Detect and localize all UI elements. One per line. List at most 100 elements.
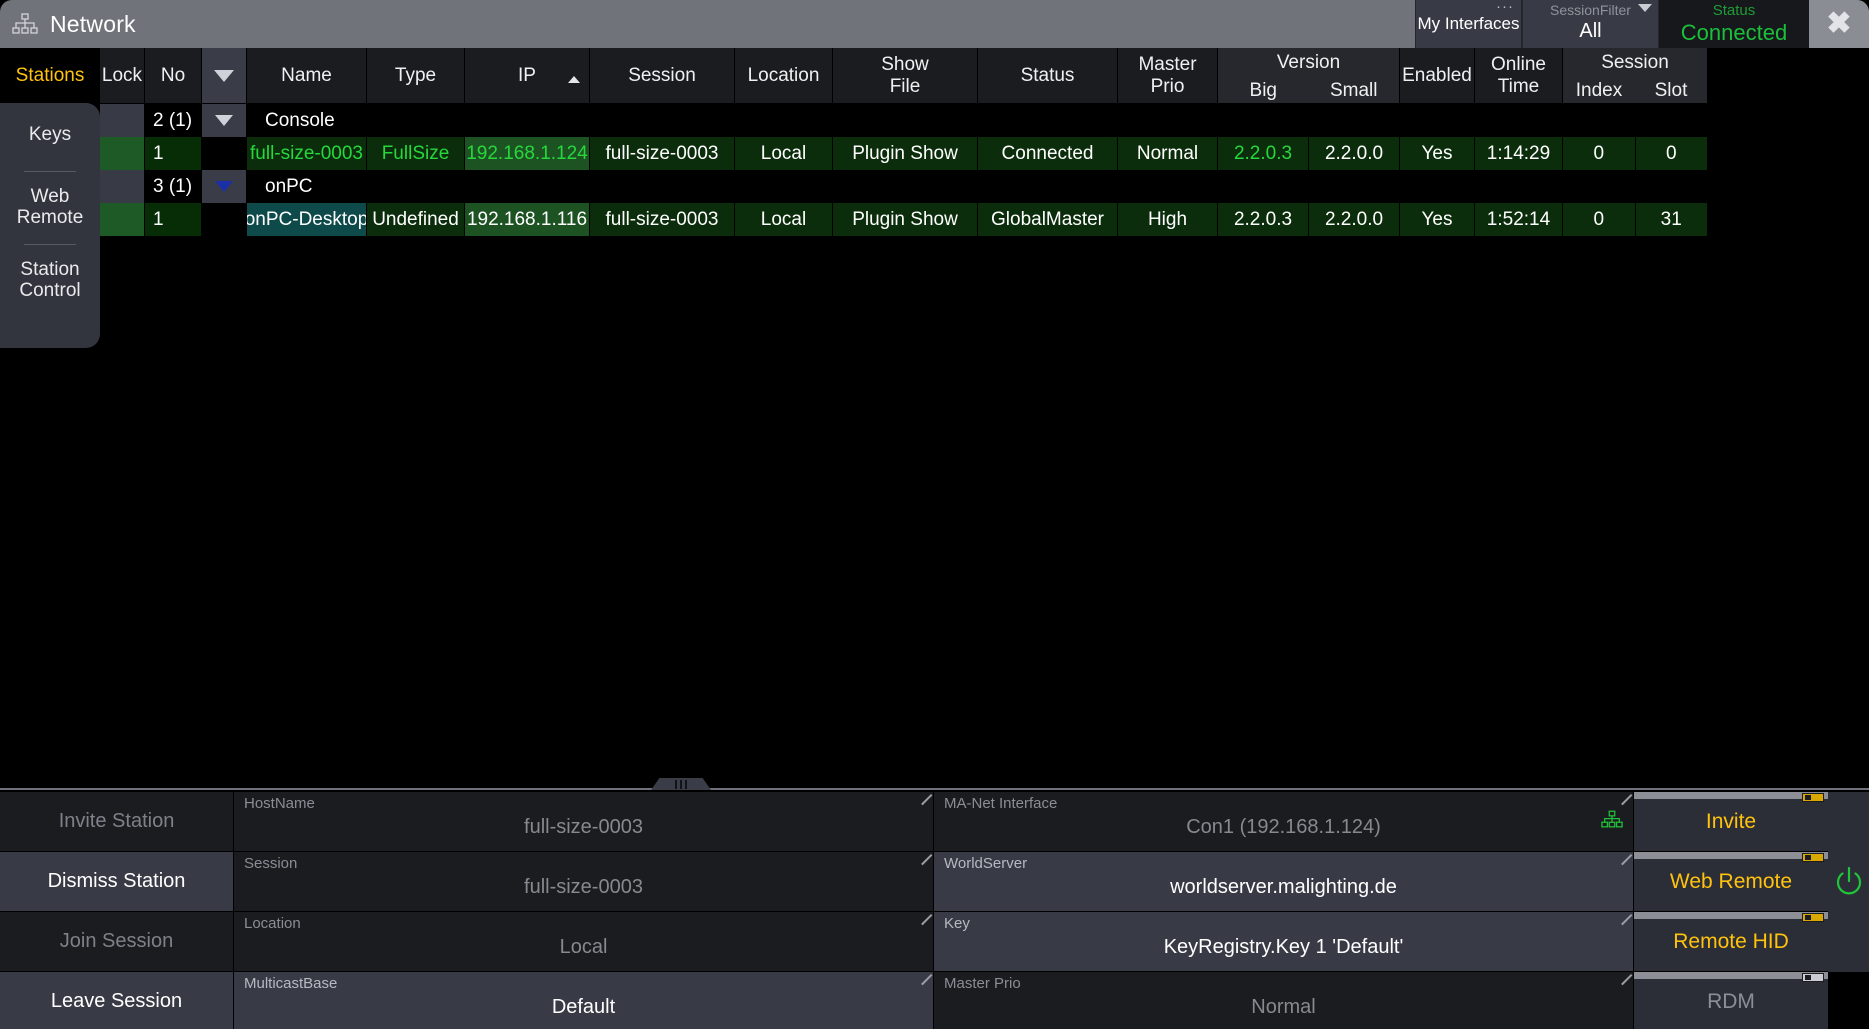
cell-name[interactable]: full-size-0003 [247, 137, 367, 170]
cell-lock[interactable] [100, 104, 145, 137]
expand-toggle[interactable] [202, 104, 247, 137]
cell-status[interactable]: Connected [978, 137, 1118, 170]
cell-session-index[interactable]: 0 [1563, 137, 1636, 170]
column-header-enabled[interactable]: Enabled [1400, 48, 1475, 104]
overflow-dots-icon[interactable]: ··· [1496, 2, 1514, 12]
table-row[interactable]: 1full-size-0003FullSize192.168.1.124full… [100, 137, 1869, 170]
cell-showfile[interactable]: Plugin Show [833, 137, 978, 170]
cell-spacer[interactable] [202, 203, 247, 236]
cell-location[interactable]: Local [735, 203, 833, 236]
cell-no[interactable]: 2 (1) [145, 104, 202, 137]
action-button-invite-station[interactable]: Invite Station [0, 792, 233, 852]
table-group-row[interactable]: 3 (1) onPC [100, 170, 1869, 203]
cell-enabled[interactable]: Yes [1400, 137, 1475, 170]
cell-text: 1:14:29 [1487, 143, 1550, 165]
session-filter-dropdown[interactable]: SessionFilter All [1522, 0, 1659, 48]
column-header-type[interactable]: Type [367, 48, 465, 104]
column-header-ip[interactable]: IP [465, 48, 590, 104]
power-button[interactable] [1828, 852, 1869, 912]
column-header-no[interactable]: No [145, 48, 202, 104]
close-button[interactable]: ✖ [1809, 0, 1869, 48]
sidebar-panel: Keys Web Remote Station Control [0, 103, 100, 348]
cell-text: Yes [1422, 209, 1453, 231]
field-session[interactable]: Sessionfull-size-0003 [233, 852, 933, 912]
cell-enabled[interactable]: Yes [1400, 203, 1475, 236]
field-value: Default [234, 996, 933, 1019]
column-header-name[interactable]: Name [247, 48, 367, 104]
column-header-location[interactable]: Location [735, 48, 833, 104]
cell-name[interactable]: onPC-Desktop [247, 203, 367, 236]
cell-no[interactable]: 3 (1) [145, 170, 202, 203]
cell-session-index[interactable]: 0 [1563, 203, 1636, 236]
toggle-button-invite[interactable]: Invite [1633, 792, 1828, 852]
panel-splitter[interactable] [0, 778, 1869, 792]
cell-no[interactable]: 1 [145, 203, 202, 236]
cell-session-slot[interactable]: 0 [1636, 137, 1709, 170]
field-multicastbase[interactable]: MulticastBaseDefault [233, 972, 933, 1029]
field-location[interactable]: LocationLocal [233, 912, 933, 972]
cell-spacer[interactable] [202, 137, 247, 170]
column-header-status[interactable]: Status [978, 48, 1118, 104]
cell-online-time[interactable]: 1:14:29 [1475, 137, 1563, 170]
cell-session[interactable]: full-size-0003 [590, 203, 735, 236]
toggle-button-remote-hid[interactable]: Remote HID [1633, 912, 1828, 972]
detail-row: Join SessionLocationLocalKeyKeyRegistry.… [0, 912, 1869, 972]
cell-text: 0 [1593, 143, 1604, 165]
cell-type[interactable]: FullSize [367, 137, 465, 170]
toggle-button-web-remote[interactable]: Web Remote [1633, 852, 1828, 912]
action-button-join-session[interactable]: Join Session [0, 912, 233, 972]
toggle-button-rdm[interactable]: RDM [1633, 972, 1828, 1029]
cell-online-time[interactable]: 1:52:14 [1475, 203, 1563, 236]
cell-lock[interactable] [100, 170, 145, 203]
field-ma-net-interface[interactable]: MA-Net InterfaceCon1 (192.168.1.124) [933, 792, 1633, 852]
column-header-showfile[interactable]: Show File [833, 48, 978, 104]
sidebar-item-label: Stations [16, 65, 85, 87]
cell-type[interactable]: Undefined [367, 203, 465, 236]
field-master-prio[interactable]: Master PrioNormal [933, 972, 1633, 1029]
cell-master-prio[interactable]: Normal [1118, 137, 1218, 170]
splitter-handle[interactable] [651, 778, 711, 790]
column-header-session[interactable]: Session [590, 48, 735, 104]
field-worldserver[interactable]: WorldServerworldserver.malighting.de [933, 852, 1633, 912]
cell-location[interactable]: Local [735, 137, 833, 170]
cell-lock[interactable] [100, 203, 145, 236]
column-header-prio[interactable]: Master Prio [1118, 48, 1218, 104]
cell-showfile[interactable]: Plugin Show [833, 203, 978, 236]
cell-version-small[interactable]: 2.2.0.0 [1309, 137, 1400, 170]
cell-master-prio[interactable]: High [1118, 203, 1218, 236]
sidebar-item-station-control[interactable]: Station Control [0, 255, 100, 307]
cell-no[interactable]: 1 [145, 137, 202, 170]
table-group-row[interactable]: 2 (1) Console [100, 104, 1869, 137]
detail-row: Leave SessionMulticastBaseDefaultMaster … [0, 972, 1869, 1029]
column-header-expand[interactable] [202, 48, 247, 104]
cell-version-small[interactable]: 2.2.0.0 [1309, 203, 1400, 236]
column-header-version[interactable]: VersionBigSmall [1218, 48, 1400, 104]
field-key[interactable]: KeyKeyRegistry.Key 1 'Default' [933, 912, 1633, 972]
column-header-label: Session [628, 65, 696, 86]
cell-text: 31 [1661, 209, 1682, 231]
cell-session-slot[interactable]: 31 [1636, 203, 1709, 236]
cell-ip[interactable]: 192.168.1.116 [465, 203, 590, 236]
cell-version-big[interactable]: 2.2.0.3 [1218, 203, 1309, 236]
field-hostname[interactable]: HostNamefull-size-0003 [233, 792, 933, 852]
cell-status[interactable]: GlobalMaster [978, 203, 1118, 236]
sidebar-item-stations[interactable]: Stations [0, 48, 100, 103]
column-header-online[interactable]: Online Time [1475, 48, 1563, 104]
cell-version-big[interactable]: 2.2.0.3 [1218, 137, 1309, 170]
cell-lock[interactable] [100, 137, 145, 170]
toggle-indicator-icon [1802, 793, 1824, 802]
action-button-dismiss-station[interactable]: Dismiss Station [0, 852, 233, 912]
cell-group-name[interactable]: onPC [247, 170, 1708, 203]
resize-corner-icon [1619, 854, 1631, 866]
cell-group-name[interactable]: Console [247, 104, 1708, 137]
column-header-lock[interactable]: Lock [100, 48, 145, 104]
sidebar-item-keys[interactable]: Keys [0, 109, 100, 161]
action-button-leave-session[interactable]: Leave Session [0, 972, 233, 1029]
cell-ip[interactable]: 192.168.1.124 [465, 137, 590, 170]
column-header-sessidx[interactable]: SessionIndexSlot [1563, 48, 1708, 104]
sidebar-item-web-remote[interactable]: Web Remote [0, 182, 100, 234]
expand-toggle[interactable] [202, 170, 247, 203]
cell-session[interactable]: full-size-0003 [590, 137, 735, 170]
table-row[interactable]: 1 onPC-DesktopUndefined192.168.1.116full-… [100, 203, 1869, 236]
my-interfaces-button[interactable]: ··· My Interfaces [1415, 0, 1522, 48]
